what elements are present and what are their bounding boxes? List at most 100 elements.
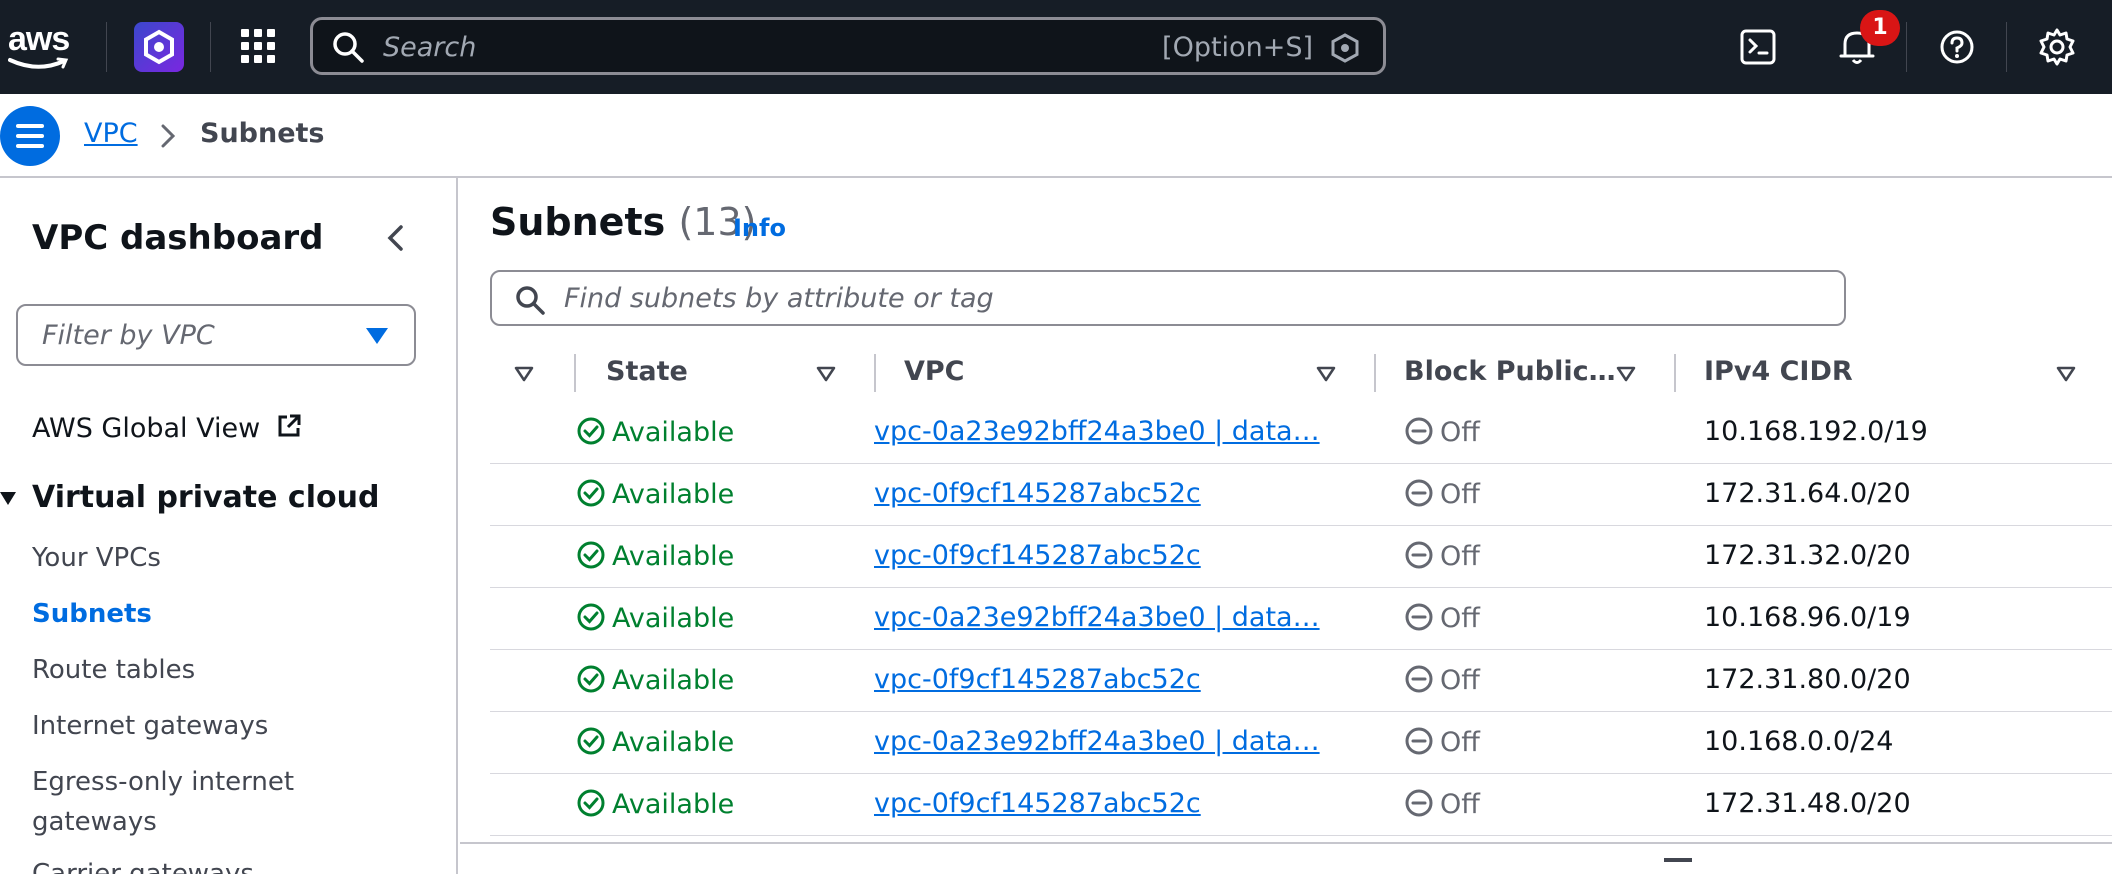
status-off-icon	[1405, 541, 1433, 569]
state-cell: Available	[576, 726, 734, 758]
state-text: Available	[612, 789, 735, 820]
vpc-link[interactable]: vpc-0f9cf145287abc52c	[874, 540, 1201, 571]
ipv4-cidr-cell: 10.168.96.0/19	[1704, 602, 1911, 633]
table-row[interactable]: Available vpc-0f9cf145287abc52c Off 172.…	[490, 464, 2112, 526]
state-cell: Available	[576, 416, 734, 448]
table-row[interactable]: Available vpc-0a23e92bff24a3be0 | data… …	[490, 588, 2112, 650]
services-grid-icon[interactable]	[240, 28, 276, 64]
search-placeholder: Search	[383, 32, 477, 63]
sort-caret-icon[interactable]	[1616, 366, 1636, 382]
sort-caret-icon[interactable]	[816, 366, 836, 382]
sidebar-item-carrier-gateways[interactable]: Carrier gateways	[32, 854, 254, 874]
vpc-link[interactable]: vpc-0f9cf145287abc52c	[874, 788, 1201, 819]
sidebar-section-label: Virtual private cloud	[32, 480, 380, 515]
split-panel-drag-handle[interactable]	[1664, 858, 1692, 862]
aws-logo[interactable]: aws	[8, 22, 78, 72]
search-shortcut: [Option+S]	[1162, 32, 1313, 63]
column-divider[interactable]	[874, 354, 876, 392]
table-row[interactable]: Available vpc-0f9cf145287abc52c Off 172.…	[490, 774, 2112, 836]
notification-badge: 1	[1860, 10, 1900, 46]
state-text: Available	[612, 541, 735, 572]
status-off-icon	[1405, 727, 1433, 755]
find-subnets-input[interactable]: Find subnets by attribute or tag	[490, 270, 1846, 326]
nav-divider	[210, 22, 211, 72]
aws-global-view-link[interactable]: AWS Global View	[32, 412, 303, 444]
cloudshell-icon[interactable]	[1736, 24, 1782, 70]
block-text: Off	[1440, 727, 1480, 758]
nav-divider	[2006, 22, 2007, 72]
status-off-icon	[1405, 603, 1433, 631]
status-available-icon	[577, 417, 605, 445]
state-text: Available	[612, 603, 735, 634]
status-off-icon	[1405, 789, 1433, 817]
side-menu-button[interactable]	[0, 106, 60, 166]
global-search-input[interactable]: Search [Option+S]	[310, 17, 1386, 75]
status-off-icon	[1405, 479, 1433, 507]
column-header-state[interactable]: State	[606, 356, 688, 387]
breadcrumb-vpc-link[interactable]: VPC	[84, 118, 138, 149]
block-public-access-cell: Off	[1404, 726, 1480, 758]
vpc-link[interactable]: vpc-0a23e92bff24a3be0 | data…	[874, 726, 1320, 757]
sidebar-item-your-vpcs[interactable]: Your VPCs	[32, 538, 161, 578]
nav-divider	[106, 22, 107, 72]
ipv4-cidr-cell: 172.31.80.0/20	[1704, 664, 1911, 695]
ipv4-cidr-cell: 10.168.0.0/24	[1704, 726, 1894, 757]
sidebar-item-route-tables[interactable]: Route tables	[32, 650, 195, 690]
state-cell: Available	[576, 664, 734, 696]
ipv4-cidr-cell: 172.31.48.0/20	[1704, 788, 1911, 819]
sort-caret-icon[interactable]	[514, 366, 534, 382]
column-header-ipv4-cidr[interactable]: IPv4 CIDR	[1704, 356, 1853, 387]
sort-caret-icon[interactable]	[2056, 366, 2076, 382]
sidebar-title[interactable]: VPC dashboard	[32, 218, 324, 258]
search-icon	[516, 286, 545, 315]
column-header-vpc[interactable]: VPC	[904, 356, 965, 387]
status-available-icon	[577, 789, 605, 817]
amazon-q-icon	[1331, 33, 1359, 63]
block-text: Off	[1440, 479, 1480, 510]
status-available-icon	[577, 665, 605, 693]
block-public-access-cell: Off	[1404, 540, 1480, 572]
split-panel-divider	[460, 842, 2112, 844]
sidebar-item-subnets[interactable]: Subnets	[32, 594, 152, 634]
sort-caret-icon[interactable]	[1316, 366, 1336, 382]
vpc-link[interactable]: vpc-0a23e92bff24a3be0 | data…	[874, 416, 1320, 447]
table-row[interactable]: Available vpc-0a23e92bff24a3be0 | data… …	[490, 402, 2112, 464]
aws-global-view-label: AWS Global View	[32, 413, 261, 444]
hexagon-logo-icon	[144, 29, 174, 65]
block-public-access-cell: Off	[1404, 478, 1480, 510]
collapse-sidebar-icon[interactable]	[382, 222, 410, 254]
state-text: Available	[612, 727, 735, 758]
find-subnets-placeholder: Find subnets by attribute or tag	[564, 283, 994, 314]
filter-by-vpc-select[interactable]: Filter by VPC	[16, 304, 416, 366]
state-text: Available	[612, 417, 735, 448]
column-divider[interactable]	[574, 354, 576, 392]
nav-divider	[1906, 22, 1907, 72]
block-public-access-cell: Off	[1404, 664, 1480, 696]
top-navigation: aws Search [Option+S] 1	[0, 0, 2112, 94]
vpc-link[interactable]: vpc-0f9cf145287abc52c	[874, 478, 1201, 509]
column-header-block-public-access[interactable]: Block Public…	[1404, 356, 1616, 387]
block-text: Off	[1440, 603, 1480, 634]
state-cell: Available	[576, 540, 734, 572]
main-content: Subnets (13) Info Find subnets by attrib…	[460, 178, 2112, 874]
settings-gear-icon[interactable]	[2034, 24, 2080, 70]
block-public-access-cell: Off	[1404, 602, 1480, 634]
caret-down-icon	[366, 328, 388, 344]
page-title-text: Subnets	[490, 200, 666, 244]
ipv4-cidr-cell: 10.168.192.0/19	[1704, 416, 1928, 447]
vpc-link[interactable]: vpc-0f9cf145287abc52c	[874, 664, 1201, 695]
vpc-link[interactable]: vpc-0a23e92bff24a3be0 | data…	[874, 602, 1320, 633]
table-row[interactable]: Available vpc-0f9cf145287abc52c Off 172.…	[490, 650, 2112, 712]
block-text: Off	[1440, 541, 1480, 572]
table-row[interactable]: Available vpc-0a23e92bff24a3be0 | data… …	[490, 712, 2112, 774]
column-divider[interactable]	[1674, 354, 1676, 392]
info-link[interactable]: Info	[733, 214, 786, 242]
sidebar-item-internet-gateways[interactable]: Internet gateways	[32, 706, 268, 746]
sidebar-section-virtual-private-cloud[interactable]: Virtual private cloud	[0, 480, 379, 515]
sidebar-item-egress-only-internet-gateways[interactable]: Egress-only internet gateways	[32, 762, 362, 842]
column-divider[interactable]	[1374, 354, 1376, 392]
help-icon[interactable]	[1934, 24, 1980, 70]
table-row[interactable]: Available vpc-0f9cf145287abc52c Off 172.…	[490, 526, 2112, 588]
app-icon[interactable]	[134, 22, 184, 72]
breadcrumb: VPC Subnets	[0, 94, 2112, 178]
